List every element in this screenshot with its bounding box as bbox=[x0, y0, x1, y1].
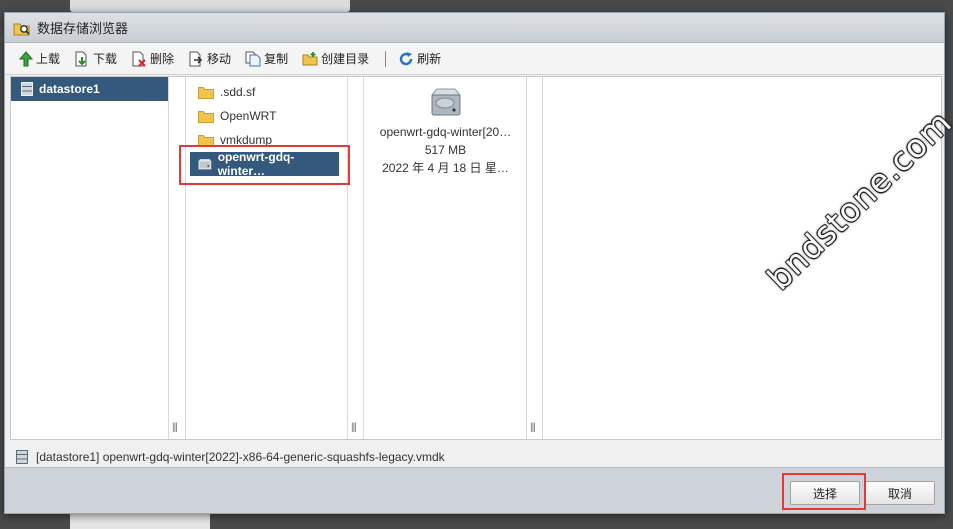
delete-label: 删除 bbox=[150, 52, 175, 66]
download-button[interactable]: 下载 bbox=[74, 50, 117, 67]
copy-label: 复制 bbox=[264, 52, 289, 66]
upload-button[interactable]: 上载 bbox=[19, 50, 60, 67]
datastore-column: datastore1 ||| bbox=[11, 77, 178, 439]
refresh-button[interactable]: 刷新 bbox=[398, 50, 441, 67]
file-preview: openwrt-gdq-winter[20… 517 MB 2022 年 4 月… bbox=[364, 77, 527, 177]
folder-label: .sdd.sf bbox=[220, 85, 256, 99]
move-button[interactable]: 移动 bbox=[188, 50, 231, 67]
refresh-label: 刷新 bbox=[417, 52, 442, 66]
folder-item[interactable]: OpenWRT bbox=[186, 104, 347, 128]
folder-icon bbox=[198, 86, 214, 99]
delete-icon bbox=[132, 51, 146, 67]
title-bar: 数据存储浏览器 bbox=[5, 13, 944, 43]
select-button-highlight bbox=[782, 473, 866, 510]
datastore-icon bbox=[16, 450, 28, 464]
window-title: 数据存储浏览器 bbox=[37, 21, 129, 36]
selected-path: [datastore1] openwrt-gdq-winter[2022]-x8… bbox=[36, 450, 445, 464]
preview-file-size: 517 MB bbox=[424, 143, 467, 157]
folder-label: OpenWRT bbox=[220, 109, 277, 123]
create-directory-button[interactable]: 创建目录 bbox=[302, 50, 369, 67]
create-directory-label: 创建目录 bbox=[321, 52, 370, 66]
copy-icon bbox=[245, 51, 261, 66]
upload-icon bbox=[19, 50, 33, 66]
move-label: 移动 bbox=[207, 52, 232, 66]
virtual-disk-icon bbox=[430, 88, 461, 116]
move-icon bbox=[189, 51, 203, 66]
preview-column: openwrt-gdq-winter[20… 517 MB 2022 年 4 月… bbox=[364, 77, 536, 439]
upload-label: 上载 bbox=[36, 52, 61, 66]
dialog-footer: 选择 取消 bbox=[5, 467, 944, 513]
folder-icon bbox=[198, 110, 214, 123]
datastore-label: datastore1 bbox=[39, 82, 100, 96]
folder-item[interactable]: .sdd.sf bbox=[186, 80, 347, 104]
refresh-icon bbox=[399, 51, 413, 65]
column-spacer bbox=[527, 77, 543, 439]
cancel-button[interactable]: 取消 bbox=[865, 481, 935, 505]
column-spacer bbox=[169, 77, 186, 439]
download-label: 下载 bbox=[93, 52, 118, 66]
toolbar: 上载 下载 删除 移动 复制 创建目录 刷新 bbox=[5, 43, 944, 75]
selected-file-highlight bbox=[179, 145, 350, 185]
toolbar-separator bbox=[385, 50, 387, 67]
download-icon bbox=[75, 51, 87, 66]
column-spacer bbox=[348, 77, 364, 439]
datastore-browser-icon bbox=[13, 19, 31, 37]
copy-button[interactable]: 复制 bbox=[245, 50, 288, 67]
status-bar: [datastore1] openwrt-gdq-winter[2022]-x8… bbox=[10, 445, 942, 469]
new-folder-icon bbox=[302, 51, 318, 65]
preview-file-name: openwrt-gdq-winter[20… bbox=[379, 125, 512, 139]
empty-column bbox=[543, 77, 941, 439]
datastore-item[interactable]: datastore1 bbox=[11, 77, 168, 101]
datastore-icon bbox=[21, 82, 33, 96]
background-window-strip bbox=[70, 0, 350, 12]
folder-column: .sdd.sf OpenWRT vmkdump openwrt-gdq-wint… bbox=[186, 77, 357, 439]
delete-button[interactable]: 删除 bbox=[131, 50, 174, 67]
preview-file-date: 2022 年 4 月 18 日 星… bbox=[382, 161, 509, 175]
